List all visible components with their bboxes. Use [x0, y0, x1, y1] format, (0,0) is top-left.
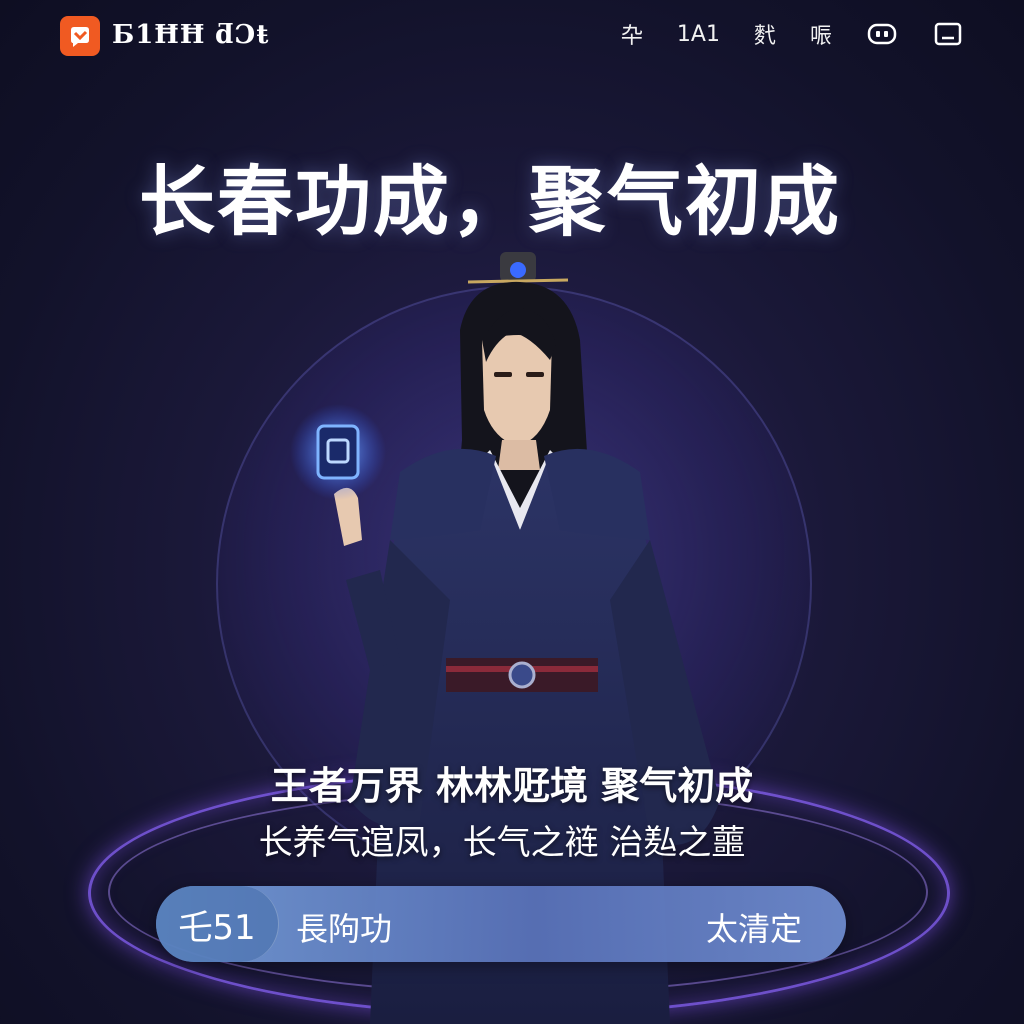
headline: 长春功成，聚气初成: [139, 157, 841, 246]
brand-name[interactable]: Ƃ1ĦĦ ƌƆŧ: [112, 20, 269, 50]
subtitle: 长养气逭凤，长气之裢 治㕗之蘁: [258, 823, 746, 863]
nav-item-4[interactable]: 㖘: [810, 18, 832, 50]
skill-action-bar[interactable]: 乇51 長䧁功 太清定: [156, 886, 846, 962]
gamepad-icon[interactable]: [866, 18, 898, 50]
nav-item-1[interactable]: 卆: [621, 18, 643, 50]
window-icon[interactable]: [932, 18, 964, 50]
app-logo-icon[interactable]: [60, 16, 100, 56]
level-badge: 乇51: [156, 886, 279, 962]
top-bar: Ƃ1ĦĦ ƌƆŧ 卆 1A1 䴬 㖘: [0, 0, 1024, 80]
top-nav: 卆 1A1 䴬 㖘: [587, 18, 964, 50]
skill-name: 長䧁功: [296, 910, 393, 948]
action-button[interactable]: 太清定: [706, 904, 802, 950]
nav-item-3[interactable]: 䴬: [754, 18, 776, 50]
nav-item-2[interactable]: 1A1: [677, 22, 720, 47]
tagline: 王者万界 林林觃境 聚气初成: [270, 764, 754, 808]
